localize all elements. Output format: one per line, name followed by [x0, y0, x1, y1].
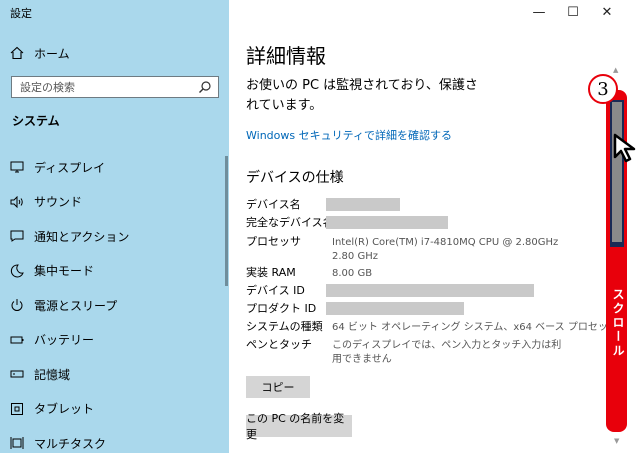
scroll-down-arrow-icon[interactable]: ▼: [614, 437, 619, 445]
sidebar-item-label: ディスプレイ: [34, 160, 106, 175]
spec-pen-touch-value: このディスプレイでは、ペン入力とタッチ入力は利用できません: [332, 340, 562, 365]
redacted-device-id: [326, 284, 534, 297]
spec-pen-touch-label: ペンとタッチ: [246, 338, 312, 351]
spec-ram-value: 8.00 GB: [332, 268, 373, 279]
sidebar-item-battery[interactable]: バッテリー: [0, 323, 229, 358]
sidebar-item-label: サウンド: [34, 195, 83, 210]
sidebar-item-label: バッテリー: [34, 333, 95, 348]
thumb-underline: [610, 244, 624, 247]
sidebar-item-storage[interactable]: 記憶域: [0, 357, 229, 392]
app-title: 設定: [10, 7, 32, 20]
sidebar-item-sound[interactable]: サウンド: [0, 185, 229, 220]
sidebar-scrollbar[interactable]: [225, 156, 228, 286]
scrollbar-thumb[interactable]: [610, 100, 624, 244]
sidebar-item-label: 通知とアクション: [34, 229, 130, 244]
security-link[interactable]: Windows セキュリティで詳細を確認する: [246, 127, 452, 143]
sidebar-item-label: マルチタスク: [34, 436, 107, 451]
sidebar-item-label: タブレット: [34, 402, 95, 417]
display-icon: [10, 161, 34, 173]
redacted-product-id: [326, 302, 464, 315]
spec-device-name-label: デバイス名: [246, 198, 301, 211]
spec-full-device-name-label: 完全なデバイス名: [246, 216, 334, 229]
spec-section-title: デバイスの仕様: [246, 170, 344, 186]
sidebar-item-multitask[interactable]: マルチタスク: [0, 426, 229, 453]
scroll-annotation-label: スクロール: [611, 288, 625, 358]
sidebar-item-notifications[interactable]: 通知とアクション: [0, 219, 229, 254]
redacted-device-name: [326, 198, 400, 211]
protection-status: お使いの PC は監視されており、保護されています。: [246, 78, 478, 113]
sound-icon: [10, 195, 34, 208]
sidebar-nav: ディスプレイ サウンド 通知とアクション 集中モード 電源とスリープ バッテリー…: [0, 150, 229, 453]
section-title: システム: [12, 114, 60, 128]
step-number-badge: 3: [588, 74, 618, 104]
home-icon: [10, 46, 34, 60]
search-icon: [198, 80, 212, 97]
sidebar-item-display[interactable]: ディスプレイ: [0, 150, 229, 185]
search-placeholder: 設定の検索: [20, 81, 75, 94]
spec-processor-value: Intel(R) Core(TM) i7-4810MQ CPU @ 2.80GH…: [332, 237, 559, 262]
moon-icon: [10, 264, 34, 278]
mouse-cursor-icon: [613, 133, 639, 167]
search-input[interactable]: 設定の検索: [11, 76, 219, 98]
sidebar-item-tablet[interactable]: タブレット: [0, 392, 229, 427]
minimize-button[interactable]: —: [522, 0, 556, 24]
close-button[interactable]: ✕: [590, 0, 624, 24]
sidebar-item-power[interactable]: 電源とスリープ: [0, 288, 229, 323]
page-title: 詳細情報: [246, 44, 326, 68]
spec-ram-label: 実装 RAM: [246, 266, 296, 279]
notification-icon: [10, 230, 34, 243]
sidebar-item-label: 記憶域: [34, 367, 71, 382]
spec-system-type-label: システムの種類: [246, 320, 323, 333]
battery-icon: [10, 334, 34, 346]
sidebar-item-label: 集中モード: [34, 264, 95, 279]
redacted-full-device-name: [326, 216, 448, 229]
sidebar: 設定 ホーム 設定の検索 システム ディスプレイ サウンド 通知とアクション 集…: [0, 0, 229, 453]
sidebar-home-label: ホーム: [34, 46, 70, 61]
sidebar-item-label: 電源とスリープ: [34, 298, 118, 313]
multitask-icon: [10, 436, 34, 450]
spec-processor-label: プロセッサ: [246, 235, 301, 248]
maximize-button[interactable]: ☐: [556, 0, 590, 24]
spec-device-id-label: デバイス ID: [246, 284, 305, 297]
storage-icon: [10, 368, 34, 380]
spec-product-id-label: プロダクト ID: [246, 302, 317, 315]
sidebar-item-focus[interactable]: 集中モード: [0, 254, 229, 289]
power-icon: [10, 298, 34, 312]
rename-pc-button[interactable]: この PC の名前を変更: [246, 412, 352, 441]
sidebar-home[interactable]: ホーム: [10, 44, 70, 62]
spec-system-type-value: 64 ビット オペレーティング システム、x64 ベース プロセッサ: [332, 322, 618, 333]
copy-button[interactable]: コピー: [246, 376, 310, 398]
tablet-icon: [10, 402, 34, 416]
scroll-up-arrow-icon[interactable]: ▲: [613, 66, 618, 74]
